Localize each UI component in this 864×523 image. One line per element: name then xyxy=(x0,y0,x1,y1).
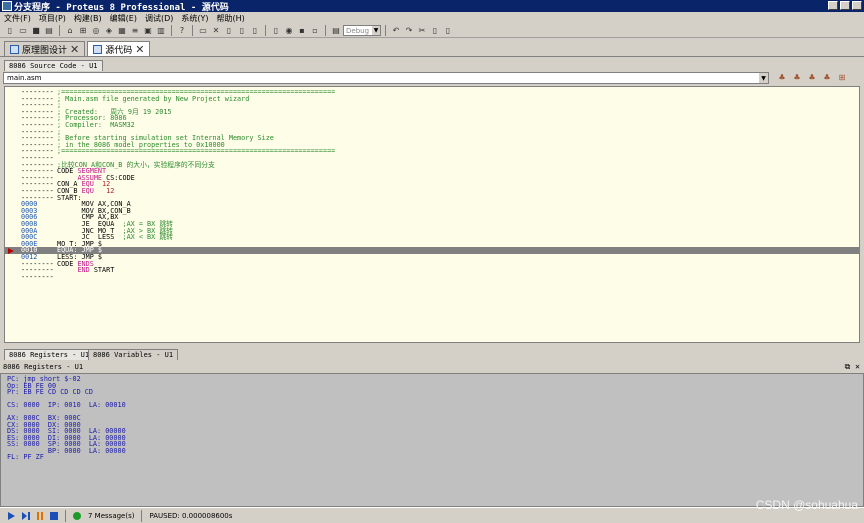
undo-icon[interactable]: ↶ xyxy=(390,25,402,36)
breakpoint-tools: ♣ ♣ ♣ ♣ ⊞ xyxy=(776,72,848,83)
registers-panel: PC: jmp short $-02 Op: EB FE 00 Pr: EB FE … xyxy=(0,373,864,507)
copy-icon[interactable]: ▯ xyxy=(223,25,235,36)
build-config-select[interactable]: Debug ▼ xyxy=(343,25,381,36)
registers-title-bar: 8086 Registers - U1 ⧉ ✕ xyxy=(0,362,864,372)
toolbar-separator xyxy=(59,25,60,36)
toolbar-separator xyxy=(325,25,326,36)
menu-system[interactable]: 系统(Y) xyxy=(177,13,212,24)
document-tabs: 原理图设计 ✕ 源代码 ✕ xyxy=(0,40,864,57)
register-line: FL: PF ZF xyxy=(7,453,44,461)
toolbar-separator xyxy=(265,25,266,36)
message-status-icon xyxy=(73,511,81,520)
tab-schematic-label: 原理图设计 xyxy=(22,45,68,56)
tab-source-code-label: 源代码 xyxy=(105,45,133,56)
tab-schematic[interactable]: 原理图设计 ✕ xyxy=(4,41,86,56)
pause-icon[interactable] xyxy=(37,511,43,520)
redo-icon[interactable]: ↷ xyxy=(403,25,415,36)
play-icon[interactable] xyxy=(8,511,15,520)
design-explorer-icon[interactable]: ▦ xyxy=(116,25,128,36)
tab-8086-registers[interactable]: 8086 Registers - U1 xyxy=(4,349,95,360)
window-controls xyxy=(828,1,862,10)
close-icon[interactable]: ✕ xyxy=(135,43,144,56)
pcb-icon[interactable]: ◎ xyxy=(90,25,102,36)
copy-alt-icon[interactable]: ▯ xyxy=(429,25,441,36)
file-selector-row: main.asm ▼ ♣ ♣ ♣ ♣ ⊞ xyxy=(0,72,864,84)
gerber-icon[interactable]: ◈ xyxy=(103,25,115,36)
stop-build-icon[interactable]: ▫ xyxy=(309,25,321,36)
pane-controls[interactable]: ⧉ ✕ xyxy=(845,362,860,372)
menu-edit[interactable]: 编辑(E) xyxy=(106,13,141,24)
close-icon[interactable]: ✕ xyxy=(70,43,79,56)
chevron-down-icon: ▼ xyxy=(759,73,768,83)
source-code-icon[interactable]: ▣ xyxy=(142,25,154,36)
clear-breakpoints-icon[interactable]: ♣ xyxy=(806,72,818,83)
source-file-value: main.asm xyxy=(7,74,42,82)
stop-icon[interactable] xyxy=(50,511,58,520)
tab-8086-variables[interactable]: 8086 Variables - U1 xyxy=(88,349,179,360)
menu-file[interactable]: 文件(F) xyxy=(0,13,35,24)
help-icon[interactable]: ? xyxy=(176,25,188,36)
print-icon[interactable]: ▭ xyxy=(197,25,209,36)
window-title: 分支程序 - Proteus 8 Professional - 源代码 xyxy=(14,2,229,13)
disable-breakpoints-icon[interactable]: ♣ xyxy=(821,72,833,83)
source-code-editor[interactable]: -------- ;===============================… xyxy=(4,86,860,343)
source-tab-icon xyxy=(93,44,103,54)
open-folder-icon[interactable]: ▭ xyxy=(17,25,29,36)
register-line: CS: 0000 IP: 0010 LA: 00010 xyxy=(7,401,126,409)
enable-breakpoint-icon[interactable]: ♣ xyxy=(791,72,803,83)
main-toolbar: ▯ ▭ ■ ▤ ⌂ ⊞ ◎ ◈ ▦ ≡ ▣ ▥ ? ▭ ✕ ▯ ▯ ▯ ▯ ◉ … xyxy=(0,24,864,38)
paste-icon[interactable]: ▯ xyxy=(236,25,248,36)
code-line[interactable]: -------- xyxy=(5,272,859,281)
code-address: -------- xyxy=(21,272,54,281)
menu-build[interactable]: 构建(B) xyxy=(70,13,106,24)
tab-source-code[interactable]: 源代码 ✕ xyxy=(87,41,151,56)
new-file-icon[interactable]: ▯ xyxy=(4,25,16,36)
status-separator xyxy=(141,509,143,522)
register-line: Pr: EB FE CD CD CD CD xyxy=(7,388,93,396)
save-all-icon[interactable]: ▤ xyxy=(43,25,55,36)
minimize-button[interactable] xyxy=(828,1,838,10)
chevron-down-icon: ▼ xyxy=(372,26,380,35)
options-icon[interactable]: ⊞ xyxy=(836,72,848,83)
notes-icon[interactable]: ▥ xyxy=(155,25,167,36)
menu-help[interactable]: 帮助(H) xyxy=(213,13,249,24)
watermark: CSDN @sohuahua xyxy=(755,498,858,512)
toolbar-separator xyxy=(192,25,193,36)
build-config-value: Debug xyxy=(346,26,370,35)
variables-tab-label: 8086 Variables - U1 xyxy=(93,351,174,359)
simulation-state: PAUSED: 0.000008600s xyxy=(149,511,233,520)
registers-tab-label: 8086 Registers - U1 xyxy=(9,351,90,359)
close-window-button[interactable] xyxy=(852,1,862,10)
source-pane-tab-label: 8086 Source Code - U1 xyxy=(9,62,98,70)
menu-bar: 文件(F) 项目(P) 构建(B) 编辑(E) 调试(D) 系统(Y) 帮助(H… xyxy=(0,12,864,24)
clean-icon[interactable]: ▪ xyxy=(296,25,308,36)
toggle-breakpoint-icon[interactable]: ♣ xyxy=(776,72,788,83)
maximize-button[interactable] xyxy=(840,1,850,10)
toolbar-separator xyxy=(385,25,386,36)
bom-icon[interactable]: ≡ xyxy=(129,25,141,36)
schematic-icon[interactable]: ⊞ xyxy=(77,25,89,36)
home-icon[interactable]: ⌂ xyxy=(64,25,76,36)
status-bar: 7 Message(s) PAUSED: 0.000008600s xyxy=(0,507,864,523)
tab-8086-source-code[interactable]: 8086 Source Code - U1 xyxy=(4,60,103,71)
rebuild-icon[interactable]: ◉ xyxy=(283,25,295,36)
toolbar-separator xyxy=(171,25,172,36)
schematic-tab-icon xyxy=(10,44,19,54)
status-separator xyxy=(65,509,66,522)
message-count[interactable]: 7 Message(s) xyxy=(88,512,134,520)
save-icon[interactable]: ■ xyxy=(30,25,42,36)
configure-icon[interactable]: ▤ xyxy=(330,25,342,36)
source-file-select[interactable]: main.asm ▼ xyxy=(3,72,769,84)
menu-project[interactable]: 项目(P) xyxy=(35,13,70,24)
paste-alt-icon[interactable]: ▯ xyxy=(442,25,454,36)
cut-icon[interactable]: ✕ xyxy=(210,25,222,36)
step-icon[interactable] xyxy=(22,511,30,520)
build-project-icon[interactable]: ▯ xyxy=(270,25,282,36)
menu-debug[interactable]: 调试(D) xyxy=(141,13,177,24)
title-bar: 分支程序 - Proteus 8 Professional - 源代码 xyxy=(0,0,864,13)
paste-special-icon[interactable]: ▯ xyxy=(249,25,261,36)
app-icon xyxy=(2,1,12,11)
registers-title: 8086 Registers - U1 xyxy=(3,363,84,371)
scissors-icon[interactable]: ✂ xyxy=(416,25,428,36)
